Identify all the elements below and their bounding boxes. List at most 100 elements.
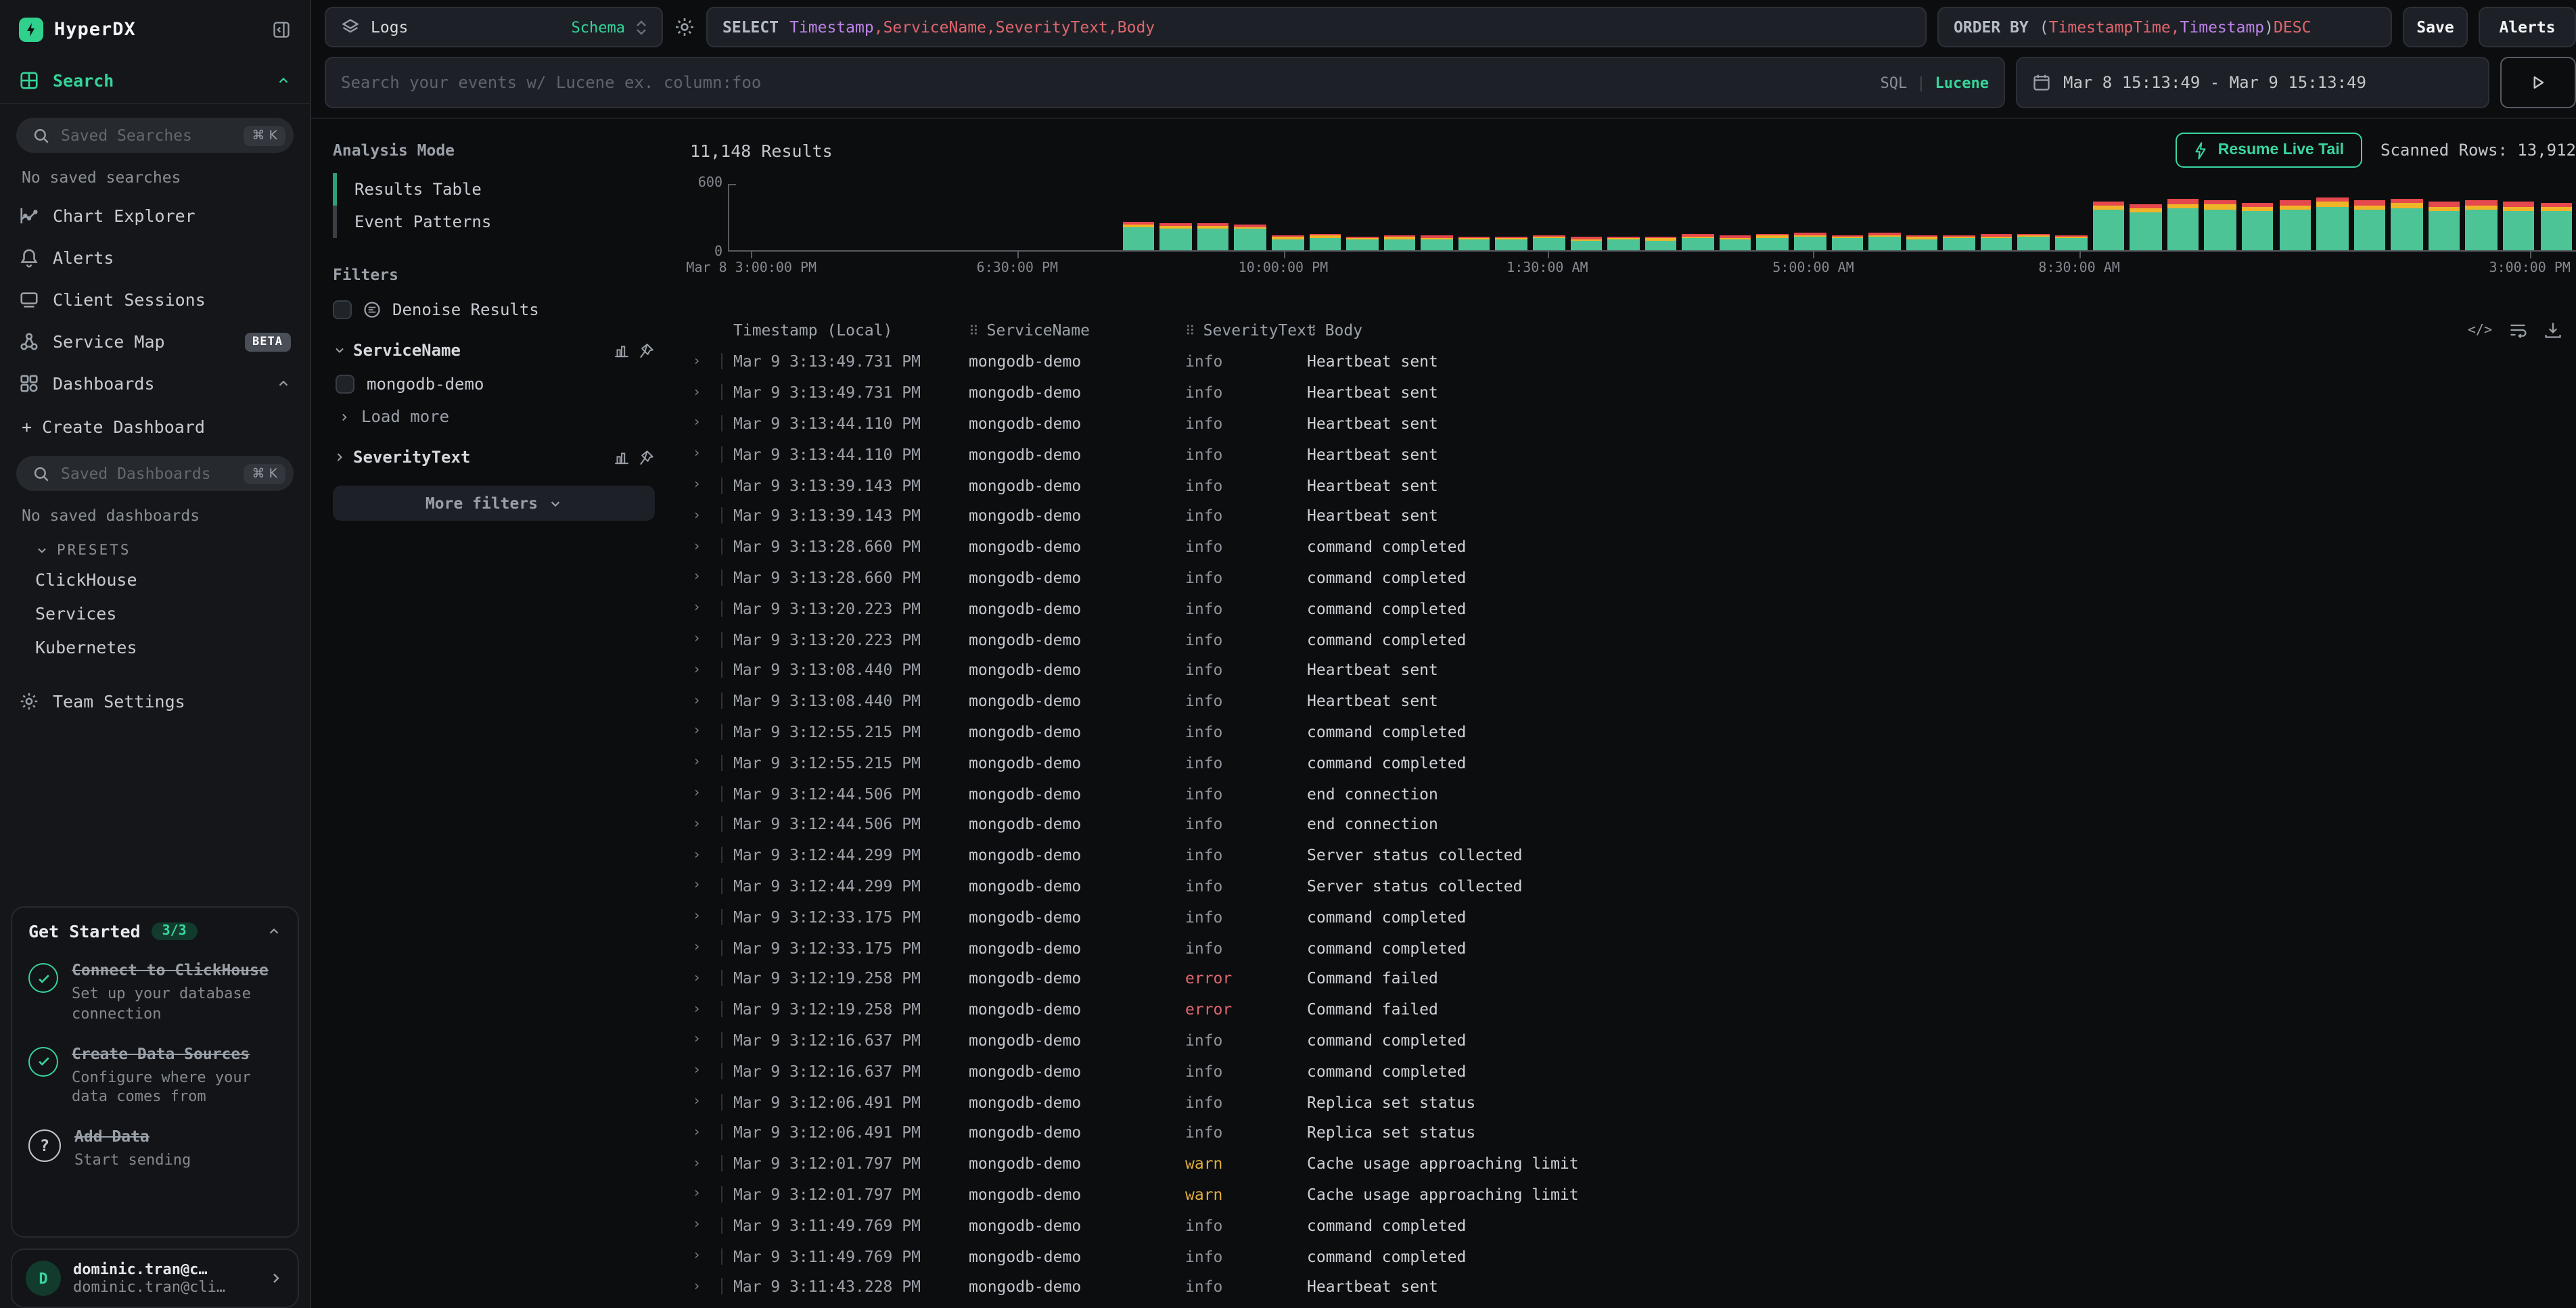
get-started-item[interactable]: ? Add Data Start sending [28, 1127, 281, 1172]
sidebar-item-service-map[interactable]: Service Map BETA [0, 321, 310, 363]
histogram-bar[interactable] [1944, 235, 1975, 250]
expand-row-chevron[interactable]: › [690, 908, 722, 925]
histogram-bar[interactable] [1272, 235, 1304, 250]
histogram-bar[interactable] [1235, 225, 1266, 250]
table-row[interactable]: ›Mar 9 3:13:39.143 PMmongodb-demoinfoHea… [690, 469, 2576, 500]
col-header-body[interactable]: ⠿Body [1307, 321, 2473, 340]
histogram-bar[interactable] [1309, 234, 1341, 250]
histogram-bar[interactable] [2205, 200, 2236, 250]
histogram-bar[interactable] [1682, 235, 1714, 250]
expand-row-chevron[interactable]: › [690, 601, 722, 617]
expand-row-chevron[interactable]: › [690, 384, 722, 400]
expand-row-chevron[interactable]: › [690, 755, 722, 771]
expand-row-chevron[interactable]: › [690, 816, 722, 833]
drag-handle-icon[interactable]: ⠿ [1307, 325, 1317, 340]
expand-row-chevron[interactable]: › [690, 662, 722, 678]
col-header-servicename[interactable]: ⠿ServiceName [969, 321, 1185, 340]
table-row[interactable]: ›Mar 9 3:13:28.660 PMmongodb-demoinfocom… [690, 532, 2576, 563]
histogram-bar[interactable] [2055, 235, 2087, 250]
expand-row-chevron[interactable]: › [690, 1094, 722, 1110]
lang-lucene-toggle[interactable]: Lucene [1935, 74, 1990, 91]
sidebar-item-dashboards[interactable]: Dashboards [0, 363, 310, 404]
get-started-item[interactable]: Create Data Sources Configure where your… [28, 1044, 281, 1108]
table-row[interactable]: ›Mar 9 3:13:08.440 PMmongodb-demoinfoHea… [690, 655, 2576, 686]
lang-sql-toggle[interactable]: SQL [1881, 74, 1908, 91]
expand-row-chevron[interactable]: › [690, 847, 722, 863]
expand-row-chevron[interactable]: › [690, 477, 722, 493]
source-select[interactable]: Logs Schema [325, 7, 663, 47]
table-row[interactable]: ›Mar 9 3:12:44.506 PMmongodb-demoinfoend… [690, 778, 2576, 809]
histogram-bar[interactable] [1645, 237, 1677, 250]
table-row[interactable]: ›Mar 9 3:12:55.215 PMmongodb-demoinfocom… [690, 716, 2576, 747]
histogram-bar[interactable] [2130, 204, 2161, 250]
table-row[interactable]: ›Mar 9 3:12:44.506 PMmongodb-demoinfoend… [690, 809, 2576, 840]
histogram-bar[interactable] [1720, 236, 1751, 250]
chart-facet-icon[interactable] [613, 448, 630, 466]
drag-handle-icon[interactable]: ⠿ [969, 325, 979, 340]
preset-kubernetes[interactable]: Kubernetes [0, 630, 310, 664]
expand-row-chevron[interactable]: › [690, 1001, 722, 1017]
histogram-bar[interactable] [1160, 224, 1192, 250]
table-row[interactable]: ›Mar 9 3:13:44.110 PMmongodb-demoinfoHea… [690, 408, 2576, 439]
histogram-bar[interactable] [1831, 235, 1863, 250]
pin-icon[interactable] [637, 342, 655, 359]
table-row[interactable]: ›Mar 9 3:12:44.299 PMmongodb-demoinfoSer… [690, 870, 2576, 902]
table-row[interactable]: ›Mar 9 3:13:44.110 PMmongodb-demoinfoHea… [690, 439, 2576, 470]
table-row[interactable]: ›Mar 9 3:13:08.440 PMmongodb-demoinfoHea… [690, 686, 2576, 717]
load-more-button[interactable]: Load more [338, 407, 655, 426]
filter-value-checkbox[interactable] [336, 375, 354, 394]
histogram-bar[interactable] [2279, 201, 2311, 251]
table-row[interactable]: ›Mar 9 3:12:06.491 PMmongodb-demoinfoRep… [690, 1086, 2576, 1117]
expand-row-chevron[interactable]: › [690, 631, 722, 647]
table-row[interactable]: ›Mar 9 3:12:19.258 PMmongodb-demoerrorCo… [690, 994, 2576, 1025]
expand-row-chevron[interactable]: › [690, 1155, 722, 1171]
sidebar-item-team-settings[interactable]: Team Settings [0, 680, 310, 722]
saved-dashboards-input[interactable]: Saved Dashboards ⌘ K [16, 456, 294, 491]
drag-handle-icon[interactable]: ⠿ [1185, 325, 1195, 340]
histogram-bar[interactable] [1981, 235, 2013, 250]
table-row[interactable]: ›Mar 9 3:12:16.637 PMmongodb-demoinfocom… [690, 1025, 2576, 1056]
histogram-bar[interactable] [2503, 202, 2535, 250]
expand-row-chevron[interactable]: › [690, 785, 722, 801]
user-profile-card[interactable]: D dominic.tran@c… dominic.tran@cli… [11, 1248, 299, 1308]
expand-row-chevron[interactable]: › [690, 538, 722, 555]
text-wrap-icon[interactable] [2508, 321, 2527, 340]
sidebar-item-client-sessions[interactable]: Client Sessions [0, 279, 310, 321]
table-row[interactable]: ›Mar 9 3:12:16.637 PMmongodb-demoinfocom… [690, 1056, 2576, 1087]
histogram-bar[interactable] [2242, 203, 2274, 250]
histogram-bar[interactable] [1533, 235, 1565, 250]
chart-facet-icon[interactable] [613, 342, 630, 359]
expand-row-chevron[interactable]: › [690, 1248, 722, 1264]
expand-row-chevron[interactable]: › [690, 415, 722, 431]
histogram-bar[interactable] [2316, 197, 2348, 250]
expand-row-chevron[interactable]: › [690, 508, 722, 524]
query-settings-gear-icon[interactable] [674, 16, 695, 38]
expand-row-chevron[interactable]: › [690, 971, 722, 987]
table-row[interactable]: ›Mar 9 3:12:01.797 PMmongodb-demowarnCac… [690, 1148, 2576, 1179]
histogram-bar[interactable] [1122, 222, 1154, 250]
denoise-checkbox[interactable] [333, 300, 352, 319]
table-row[interactable]: ›Mar 9 3:13:49.731 PMmongodb-demoinfoHea… [690, 346, 2576, 377]
histogram-bar[interactable] [2466, 201, 2498, 250]
col-header-timestamp[interactable]: Timestamp (Local) [722, 321, 969, 340]
histogram-bar[interactable] [1906, 235, 1938, 250]
resume-live-tail-button[interactable]: Resume Live Tail [2176, 133, 2362, 168]
table-row[interactable]: ›Mar 9 3:12:55.215 PMmongodb-demoinfocom… [690, 747, 2576, 778]
expand-row-chevron[interactable]: › [690, 878, 722, 894]
table-row[interactable]: ›Mar 9 3:13:20.223 PMmongodb-demoinfocom… [690, 624, 2576, 655]
presets-header[interactable]: PRESETS [0, 533, 310, 563]
run-query-button[interactable] [2500, 57, 2576, 108]
histogram-bar[interactable] [2540, 202, 2572, 250]
col-header-severitytext[interactable]: ⠿SeverityText [1185, 321, 1307, 340]
preset-services[interactable]: Services [0, 597, 310, 630]
histogram-bar[interactable] [1496, 236, 1527, 250]
expand-row-chevron[interactable]: › [690, 569, 722, 586]
histogram-bar[interactable] [1794, 233, 1826, 250]
preset-clickhouse[interactable]: ClickHouse [0, 563, 310, 597]
table-row[interactable]: ›Mar 9 3:11:43.228 PMmongodb-demoinfoHea… [690, 1271, 2576, 1303]
table-row[interactable]: ›Mar 9 3:12:33.175 PMmongodb-demoinfocom… [690, 902, 2576, 933]
expand-row-chevron[interactable]: › [690, 446, 722, 463]
histogram-bar[interactable] [1384, 235, 1416, 250]
histogram-bar[interactable] [2391, 199, 2422, 250]
more-filters-button[interactable]: More filters [333, 486, 655, 521]
